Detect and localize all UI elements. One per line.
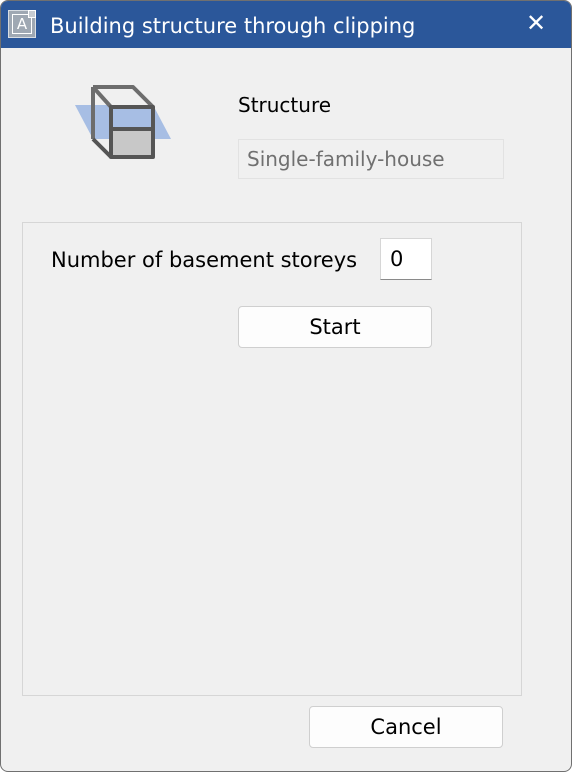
app-icon-corner <box>28 10 36 18</box>
box-lower-face <box>111 129 153 157</box>
structure-label: Structure <box>238 93 332 117</box>
basement-storeys-input[interactable]: 0 <box>380 238 432 280</box>
app-icon: A <box>8 10 36 38</box>
title-bar[interactable]: A Building structure through clipping ✕ <box>1 1 571 48</box>
building-clipping-icon <box>75 85 171 159</box>
settings-panel <box>22 222 522 696</box>
basement-storeys-label: Number of basement storeys <box>51 248 358 272</box>
window-title: Building structure through clipping <box>50 14 416 38</box>
cancel-button[interactable]: Cancel <box>309 706 503 748</box>
structure-field: Single-family-house <box>238 139 504 179</box>
start-button[interactable]: Start <box>238 306 432 348</box>
dialog-window: A Building structure through clipping ✕ … <box>0 0 572 772</box>
close-button[interactable]: ✕ <box>519 7 553 39</box>
